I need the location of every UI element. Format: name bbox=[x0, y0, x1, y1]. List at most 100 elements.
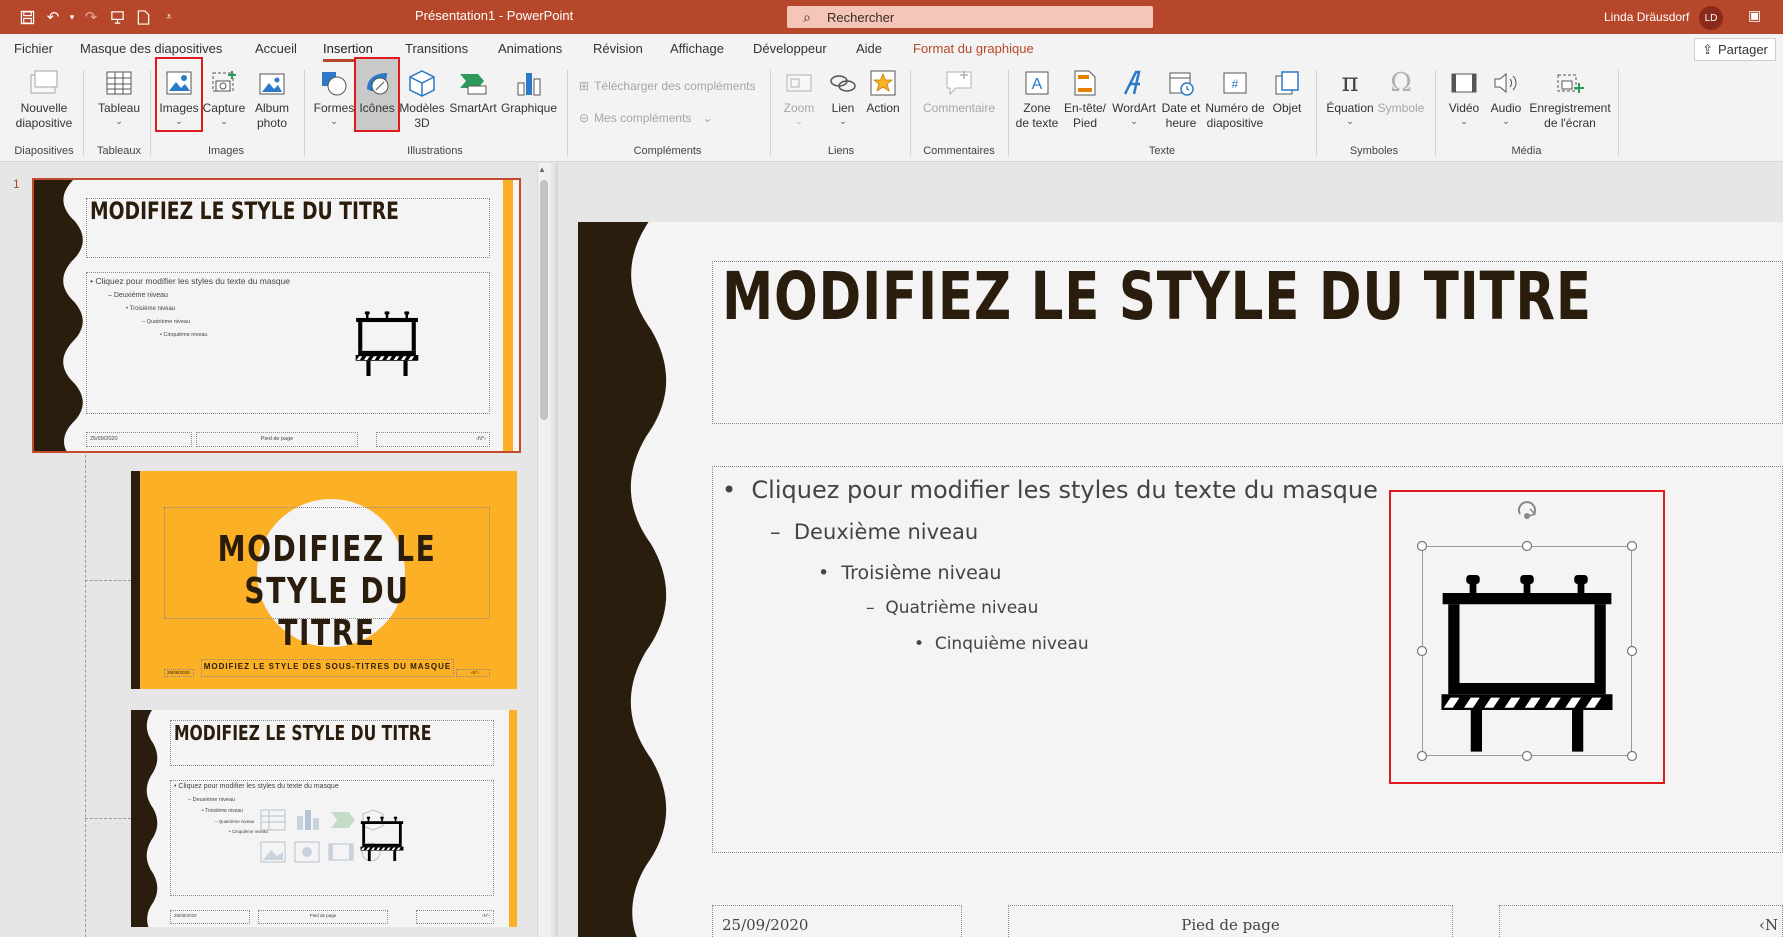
my-addins-button[interactable]: ⊝ Mes compléments ⌄ bbox=[579, 111, 713, 125]
user-name[interactable]: Linda Dräusdorf bbox=[1604, 10, 1689, 24]
group-label-illustrations: Illustrations bbox=[407, 145, 463, 157]
start-slideshow-icon[interactable] bbox=[104, 0, 130, 34]
smartart-button[interactable]: SmartArt bbox=[448, 68, 498, 116]
thumb3-date: 25/09/2020 bbox=[174, 913, 197, 918]
menu-bar: Fichier Masque des diapositives Accueil … bbox=[0, 34, 1783, 64]
ribbon-display-options-icon[interactable]: ▣ bbox=[1748, 7, 1761, 24]
wordart-button[interactable]: WordArt ⌄ bbox=[1110, 68, 1158, 126]
slide-number-field[interactable]: ‹N bbox=[1759, 916, 1778, 934]
film-icon bbox=[1449, 68, 1479, 98]
thumb-level4: – Quatrième niveau bbox=[142, 319, 191, 325]
chart-button[interactable]: Graphique bbox=[498, 68, 560, 116]
header-footer-button[interactable]: En-tête/ Pied bbox=[1060, 68, 1110, 131]
video-button[interactable]: Vidéo ⌄ bbox=[1441, 68, 1487, 126]
thumb3-title: MODIFIEZ LE STYLE DU TITRE bbox=[174, 721, 432, 745]
slide-number-button[interactable]: # Numéro de diapositive bbox=[1202, 68, 1268, 131]
tab-transitions[interactable]: Transitions bbox=[405, 41, 468, 56]
bullet-level-5[interactable]: • Cinquième niveau bbox=[914, 634, 1089, 654]
wordart-label: WordArt bbox=[1112, 101, 1156, 115]
avatar[interactable]: LD bbox=[1699, 6, 1723, 30]
tab-format-du-graphique[interactable]: Format du graphique bbox=[913, 41, 1034, 56]
tab-insertion[interactable]: Insertion bbox=[323, 41, 373, 62]
action-label: Action bbox=[866, 101, 900, 115]
share-button[interactable]: ⇪ Partager bbox=[1694, 38, 1776, 61]
quick-access-toolbar: ↶ ▾ ↷ ⩡ bbox=[14, 0, 182, 34]
redo-icon[interactable]: ↷ bbox=[78, 0, 104, 34]
billboard-icon[interactable] bbox=[1437, 560, 1617, 752]
tab-fichier[interactable]: Fichier bbox=[14, 41, 53, 56]
bullet-level-1[interactable]: • Cliquez pour modifier les styles du te… bbox=[722, 476, 1378, 504]
get-addins-button[interactable]: ⊞ Télécharger des compléments bbox=[579, 79, 755, 93]
new-slide-button[interactable]: Nouvelle diapositive bbox=[12, 68, 76, 131]
share-icon: ⇪ bbox=[1702, 41, 1714, 57]
ribbon-separator bbox=[770, 70, 771, 156]
screen-recording-button[interactable]: Enregistrement de l'écran bbox=[1528, 68, 1612, 131]
action-button[interactable]: Action bbox=[860, 68, 906, 116]
cube-icon bbox=[407, 68, 437, 98]
tab-affichage[interactable]: Affichage bbox=[670, 41, 724, 56]
ribbon-separator bbox=[83, 70, 84, 156]
undo-dropdown-icon[interactable]: ▾ bbox=[66, 0, 78, 34]
thumbnail-master[interactable]: MODIFIEZ LE STYLE DU TITRE • Cliquez pou… bbox=[32, 178, 521, 453]
slide-number-icon: # bbox=[1220, 68, 1250, 98]
undo-icon[interactable]: ↶ bbox=[40, 0, 66, 34]
date-time-button[interactable]: Date et heure bbox=[1158, 68, 1204, 131]
slide-number-placeholder[interactable] bbox=[1499, 905, 1783, 937]
zoom-button[interactable]: Zoom ⌄ bbox=[776, 68, 822, 126]
text-box-button[interactable]: A Zone de texte bbox=[1014, 68, 1060, 131]
search-box[interactable]: ⌕ Rechercher bbox=[787, 6, 1153, 28]
chart-icon bbox=[514, 68, 544, 98]
thumb-level3: • Troisième niveau bbox=[126, 306, 176, 312]
zoom-label: Zoom bbox=[783, 101, 815, 115]
screenshot-icon bbox=[209, 68, 239, 98]
table-button[interactable]: Tableau ⌄ bbox=[96, 68, 142, 126]
comment-button[interactable]: Commentaire bbox=[916, 68, 1002, 116]
scroll-up-icon[interactable]: ▲ bbox=[538, 165, 546, 174]
group-label-tableaux: Tableaux bbox=[96, 145, 142, 157]
chevron-down-icon: ⌄ bbox=[220, 116, 228, 126]
shapes-icon bbox=[319, 68, 349, 98]
photo-album-button[interactable]: Album photo bbox=[248, 68, 296, 131]
link-label: Lien bbox=[831, 101, 855, 115]
tab-masque-des-diapositives[interactable]: Masque des diapositives bbox=[80, 41, 222, 56]
thumb3-number: ‹N°› bbox=[481, 913, 490, 918]
customize-toolbar-icon[interactable]: ⩡ bbox=[156, 0, 182, 34]
pi-icon: π bbox=[1341, 67, 1359, 98]
thumb2-title: MODIFIEZ LE STYLE DU TITRE bbox=[217, 529, 437, 654]
object-button[interactable]: Objet bbox=[1264, 68, 1310, 116]
save-icon[interactable] bbox=[14, 0, 40, 34]
equation-button[interactable]: π Équation ⌄ bbox=[1322, 67, 1378, 127]
3d-models-button[interactable]: Modèles 3D bbox=[399, 68, 445, 131]
thumb3-level3: • Troisième niveau bbox=[202, 808, 243, 814]
group-label-media: Média bbox=[1511, 145, 1542, 157]
tab-animations[interactable]: Animations bbox=[498, 41, 562, 56]
thumb-orange-bar bbox=[509, 710, 517, 927]
slide-title[interactable]: MODIFIEZ LE STYLE DU TITRE bbox=[722, 258, 1592, 335]
new-document-icon[interactable] bbox=[130, 0, 156, 34]
symbol-button[interactable]: Ω Symbole bbox=[1376, 68, 1426, 116]
tab-accueil[interactable]: Accueil bbox=[255, 41, 297, 56]
bullet-level-2[interactable]: – Deuxième niveau bbox=[770, 520, 978, 544]
audio-button[interactable]: Audio ⌄ bbox=[1483, 68, 1529, 126]
tab-revision[interactable]: Révision bbox=[593, 41, 643, 56]
slide-date[interactable]: 25/09/2020 bbox=[722, 916, 808, 934]
comment-icon bbox=[944, 68, 974, 98]
thumbnail-scrollbar-thumb[interactable] bbox=[540, 180, 548, 420]
capture-button[interactable]: Capture ⌄ bbox=[201, 68, 247, 126]
ribbon-separator bbox=[1316, 70, 1317, 156]
bullet-level-4[interactable]: – Quatrième niveau bbox=[866, 598, 1038, 618]
tab-aide[interactable]: Aide bbox=[856, 41, 882, 56]
thumbnail-content-layout[interactable]: MODIFIEZ LE STYLE DU TITRE • Cliquez pou… bbox=[131, 710, 517, 927]
shapes-button[interactable]: Formes ⌄ bbox=[311, 68, 357, 126]
layout-connector-line bbox=[85, 580, 131, 581]
icons-highlight-box bbox=[354, 57, 400, 132]
bullet-level-3[interactable]: • Troisième niveau bbox=[818, 562, 1001, 584]
slide-footer[interactable]: Pied de page bbox=[1008, 916, 1453, 934]
text-box-label: Zone de texte bbox=[1015, 101, 1059, 130]
chevron-down-icon: ⌄ bbox=[1130, 116, 1138, 126]
tab-developpeur[interactable]: Développeur bbox=[753, 41, 827, 56]
thumb3-level1: • Cliquez pour modifier les styles du te… bbox=[174, 783, 339, 790]
thumbnail-title-layout[interactable]: MODIFIEZ LE STYLE DU TITRE MODIFIEZ LE S… bbox=[131, 471, 517, 689]
group-label-commentaires: Commentaires bbox=[923, 145, 995, 157]
thumb-wave-decoration bbox=[34, 180, 86, 451]
